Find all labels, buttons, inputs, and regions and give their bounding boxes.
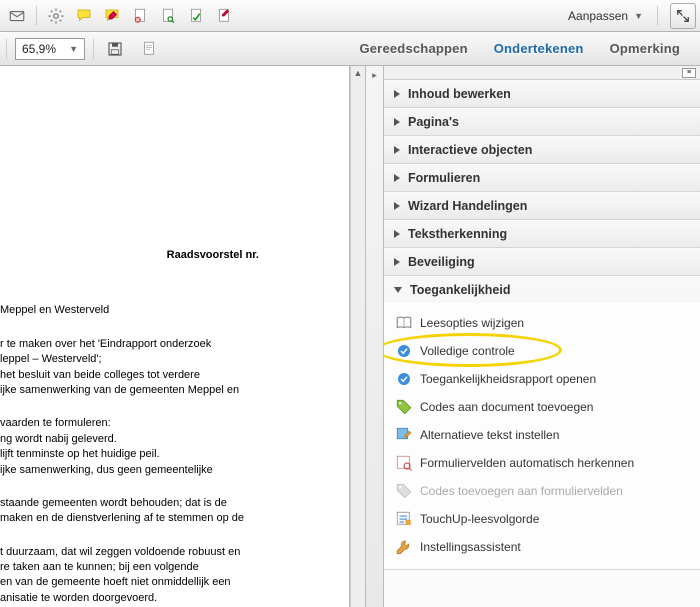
- section-forms[interactable]: Formulieren: [384, 164, 700, 191]
- gear-icon[interactable]: [43, 3, 69, 29]
- scroll-up-icon[interactable]: ▲: [351, 66, 365, 80]
- doc-text: vaarden te formuleren: ng wordt nabij ge…: [0, 416, 339, 478]
- chevron-down-icon: ▼: [69, 44, 78, 54]
- wrench-icon: [394, 537, 414, 557]
- book-icon: [394, 313, 414, 333]
- doc-text: Meppel en Westerveld: [0, 303, 339, 318]
- doc-check-icon[interactable]: [183, 3, 209, 29]
- rail-collapse-icon[interactable]: ▸: [372, 68, 377, 82]
- tool-add-tags[interactable]: Codes aan document toevoegen: [384, 393, 700, 421]
- section-action-wizard[interactable]: Wizard Handelingen: [384, 192, 700, 219]
- customize-label: Aanpassen: [568, 9, 628, 23]
- tools-panel: ≡ Inhoud bewerken Pagina's Interactieve …: [384, 66, 700, 607]
- zoom-level-combo[interactable]: 65,9% ▼: [15, 38, 85, 60]
- section-accessibility[interactable]: Toegankelijkheid: [384, 276, 700, 303]
- document-view[interactable]: Raadsvoorstel nr. Meppel en Westerveld r…: [0, 66, 350, 607]
- tool-detect-form-fields[interactable]: Formuliervelden automatisch herkennen: [384, 449, 700, 477]
- fullscreen-button[interactable]: [670, 3, 696, 29]
- tool-open-report[interactable]: Toegankelijkheidsrapport openen: [384, 365, 700, 393]
- section-pages[interactable]: Pagina's: [384, 108, 700, 135]
- save-icon[interactable]: [102, 36, 128, 62]
- tag-disabled-icon: [394, 481, 414, 501]
- tool-touchup-reading-order[interactable]: TouchUp-leesvolgorde: [384, 505, 700, 533]
- tab-comment[interactable]: Opmerking: [608, 37, 682, 60]
- tab-tools[interactable]: Gereedschappen: [357, 37, 469, 60]
- tab-sign[interactable]: Ondertekenen: [492, 37, 586, 60]
- tag-icon: [394, 397, 414, 417]
- doc-text: staande gemeenten wordt behouden; dat is…: [0, 496, 339, 527]
- report-icon: [394, 369, 414, 389]
- section-ocr[interactable]: Tekstherkenning: [384, 220, 700, 247]
- doc-text: t duurzaam, dat wil zeggen voldoende rob…: [0, 545, 339, 607]
- panel-rail: ▸: [366, 66, 384, 607]
- tool-full-check[interactable]: Volledige controle: [384, 337, 700, 365]
- edit-comment-icon[interactable]: [99, 3, 125, 29]
- tool-alt-text[interactable]: Alternatieve tekst instellen: [384, 421, 700, 449]
- triangle-right-icon: [394, 258, 400, 266]
- customize-menu[interactable]: Aanpassen ▼: [560, 7, 651, 25]
- reading-order-icon: [394, 509, 414, 529]
- mail-icon[interactable]: [4, 3, 30, 29]
- triangle-down-icon: [394, 287, 402, 293]
- comment-bubble-icon[interactable]: [71, 3, 97, 29]
- triangle-right-icon: [394, 118, 400, 126]
- triangle-right-icon: [394, 90, 400, 98]
- doc-delete-icon[interactable]: [127, 3, 153, 29]
- check-badge-icon: [394, 341, 414, 361]
- doc-heading: Raadsvoorstel nr.: [0, 248, 259, 263]
- image-edit-icon: [394, 425, 414, 445]
- zoom-value: 65,9%: [22, 42, 56, 56]
- form-detect-icon: [394, 453, 414, 473]
- chevron-down-icon: ▼: [634, 11, 643, 21]
- tool-read-options[interactable]: Leesopties wijzigen: [384, 309, 700, 337]
- vertical-scrollbar[interactable]: ▲: [350, 66, 366, 607]
- triangle-right-icon: [394, 230, 400, 238]
- section-interactive-objects[interactable]: Interactieve objecten: [384, 136, 700, 163]
- doc-search-icon[interactable]: [155, 3, 181, 29]
- tool-setup-assistant[interactable]: Instellingsassistent: [384, 533, 700, 561]
- doc-edit-icon[interactable]: [211, 3, 237, 29]
- triangle-right-icon: [394, 174, 400, 182]
- triangle-right-icon: [394, 202, 400, 210]
- triangle-right-icon: [394, 146, 400, 154]
- page-icon[interactable]: [136, 36, 162, 62]
- section-security[interactable]: Beveiliging: [384, 248, 700, 275]
- section-content-edit[interactable]: Inhoud bewerken: [384, 80, 700, 107]
- tool-add-tags-form: Codes toevoegen aan formuliervelden: [384, 477, 700, 505]
- panel-menu-icon[interactable]: ≡: [682, 68, 696, 78]
- doc-text: r te maken over het 'Eindrapport onderzo…: [0, 337, 339, 399]
